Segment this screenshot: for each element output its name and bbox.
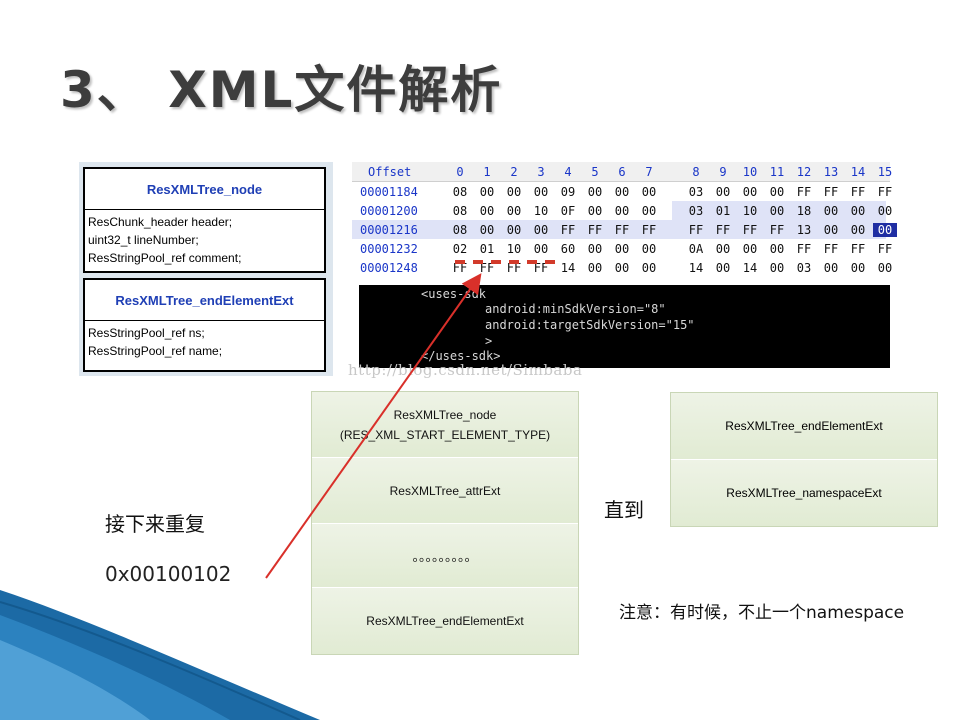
corner-swoosh <box>0 590 320 720</box>
